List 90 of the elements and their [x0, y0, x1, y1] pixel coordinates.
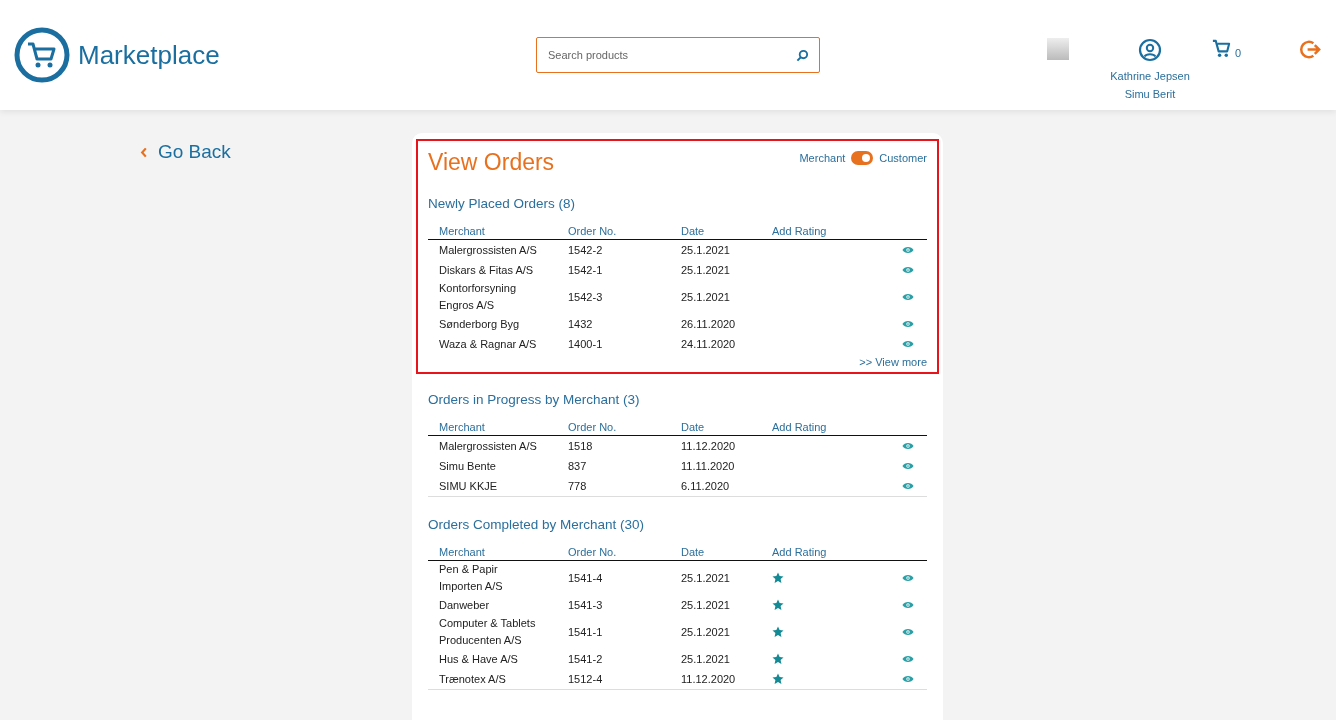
merchant-cell-text: SIMU KKJE	[438, 478, 499, 494]
section-title: Orders in Progress by Merchant (3)	[428, 392, 641, 407]
order-number-cell-text: 1432	[568, 316, 594, 332]
order-number-cell-text: 1542-1	[568, 262, 604, 278]
merchant-cell-text: Danweber	[438, 597, 491, 613]
cart-count: 0	[1235, 47, 1242, 59]
order-number-cell-text: 1400-1	[568, 336, 604, 352]
date-cell-text: 11.12.2020	[681, 671, 737, 687]
order-number-cell-text: 1518	[568, 438, 594, 454]
eye-icon[interactable]	[902, 266, 914, 274]
merchant-cell-text: Malergrossisten A/S	[438, 438, 538, 454]
order-number-cell-text: 1541-3	[568, 597, 604, 613]
merchant-cell-text: Trænotex A/S	[438, 671, 507, 687]
eye-icon[interactable]	[902, 574, 914, 582]
date-cell-text: 25.1.2021	[681, 570, 731, 586]
eye-icon[interactable]	[902, 293, 914, 301]
role-switch[interactable]	[851, 151, 874, 165]
search-field[interactable]: Search products	[536, 37, 820, 73]
order-number-cell-text: 778	[568, 478, 588, 494]
view-more-link[interactable]: >> View more	[859, 354, 927, 370]
eye-icon[interactable]	[902, 482, 914, 490]
date-cell-text: 25.1.2021	[681, 242, 731, 258]
date-cell-text: 24.11.2020	[681, 336, 737, 352]
star-icon[interactable]	[772, 653, 784, 665]
date-cell-text: 25.1.2021	[681, 651, 731, 667]
user-icon[interactable]	[1138, 38, 1162, 62]
merchant-cell-text: Pen & Papir Importen A/S	[438, 562, 504, 594]
order-number-cell-text: 1541-2	[568, 651, 604, 667]
eye-icon[interactable]	[902, 320, 914, 328]
company-name: Simu Berit	[1124, 87, 1176, 102]
column-header: Merchant	[438, 546, 486, 558]
eye-icon[interactable]	[902, 675, 914, 683]
date-cell-text: 25.1.2021	[681, 262, 731, 278]
go-back-link[interactable]: Go Back	[140, 141, 231, 163]
date-cell-text: 6.11.2020	[681, 478, 731, 494]
merchant-cell-text: Waza & Ragnar A/S	[438, 336, 538, 352]
column-header: Date	[681, 546, 706, 558]
order-number-cell-text: 1541-1	[568, 624, 604, 640]
merchant-cell-text: Hus & Have A/S	[438, 651, 519, 667]
order-number-cell-text: 1512-4	[568, 671, 604, 687]
column-header: Merchant	[438, 421, 486, 433]
merchant-label: Merchant	[799, 152, 846, 164]
merchant-cell-text: Malergrossisten A/S	[438, 242, 538, 258]
order-number-cell-text: 1542-3	[568, 289, 604, 305]
user-name: Kathrine Jepsen	[1110, 69, 1190, 84]
chevron-left-icon	[140, 146, 148, 158]
order-number-cell-text: 1542-2	[568, 242, 604, 258]
eye-icon[interactable]	[902, 655, 914, 663]
search-icon[interactable]	[796, 49, 809, 62]
marketplace-logo-text[interactable]: Marketplace	[78, 39, 220, 71]
column-header: Order No.	[568, 546, 618, 558]
column-header: Add Rating	[772, 546, 828, 558]
date-cell-text: 25.1.2021	[681, 289, 731, 305]
date-cell-text: 11.11.2020	[681, 458, 736, 474]
order-number-cell-text: 1541-4	[568, 570, 604, 586]
column-header: Order No.	[568, 421, 618, 433]
date-cell-text: 25.1.2021	[681, 624, 731, 640]
customer-label: Customer	[879, 152, 927, 164]
eye-icon[interactable]	[902, 601, 914, 609]
star-icon[interactable]	[772, 599, 784, 611]
merchant-cell-text: Diskars & Fitas A/S	[438, 262, 535, 278]
eye-icon[interactable]	[902, 340, 914, 348]
column-header: Date	[681, 225, 706, 237]
order-number-cell-text: 837	[568, 458, 588, 474]
column-header: Add Rating	[772, 421, 828, 433]
star-icon[interactable]	[772, 673, 784, 685]
column-header: Order No.	[568, 225, 618, 237]
section-title: Newly Placed Orders (8)	[428, 196, 577, 211]
date-cell-text: 11.12.2020	[681, 438, 737, 454]
star-icon[interactable]	[772, 626, 784, 638]
eye-icon[interactable]	[902, 442, 914, 450]
photo-placeholder[interactable]	[1047, 38, 1069, 60]
star-icon[interactable]	[772, 572, 784, 584]
logout-icon[interactable]	[1299, 38, 1322, 61]
eye-icon[interactable]	[902, 462, 914, 470]
page-title: View Orders	[428, 149, 555, 176]
merchant-cell-text: Sønderborg Byg	[438, 316, 521, 332]
merchant-cell-text: Kontorforsyning Engros A/S	[438, 281, 518, 313]
date-cell-text: 26.11.2020	[681, 316, 737, 332]
cart-logo-icon[interactable]	[14, 27, 70, 83]
date-cell-text: 25.1.2021	[681, 597, 731, 613]
eye-icon[interactable]	[902, 246, 914, 254]
section-title: Orders Completed by Merchant (30)	[428, 517, 646, 532]
column-header: Merchant	[438, 225, 486, 237]
merchant-cell-text: Computer & Tablets Producenten A/S	[438, 616, 537, 648]
cart-icon[interactable]	[1211, 38, 1232, 59]
column-header: Date	[681, 421, 706, 433]
merchant-cell-text: Simu Bente	[438, 458, 497, 474]
column-header: Add Rating	[772, 225, 828, 237]
eye-icon[interactable]	[902, 628, 914, 636]
